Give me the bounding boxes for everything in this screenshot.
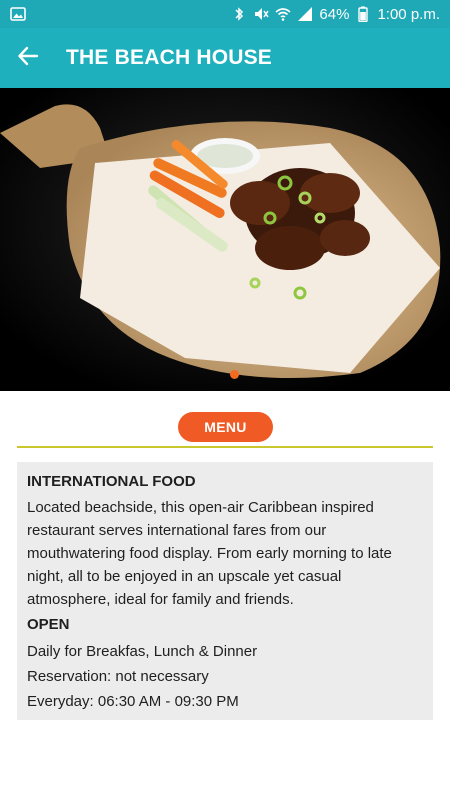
status-time: 1:00 p.m.: [377, 5, 440, 23]
cellular-signal-icon: [297, 6, 313, 22]
battery-percentage: 64%: [319, 5, 350, 23]
image-carousel[interactable]: [0, 88, 450, 391]
hours-text: Everyday: 06:30 AM - 09:30 PM: [27, 693, 239, 710]
wifi-icon: [275, 6, 291, 22]
status-right: 64% 1:00 p.m.: [231, 6, 440, 23]
gallery-notification-icon: [10, 6, 26, 22]
reservation-text: Reservation: not necessary: [27, 668, 209, 685]
carousel-indicator-dot[interactable]: [230, 370, 239, 379]
info-card: INTERNATIONAL FOOD Located beachside, th…: [17, 462, 433, 720]
food-photo: [0, 88, 450, 391]
back-button[interactable]: [0, 28, 56, 88]
status-left: [10, 6, 26, 22]
bluetooth-icon: [231, 6, 247, 22]
info-heading: INTERNATIONAL FOOD: [27, 473, 196, 490]
app-bar: THE BEACH HOUSE: [0, 28, 450, 88]
open-heading: OPEN: [27, 616, 70, 633]
battery-icon: [355, 6, 371, 22]
status-bar: 64% 1:00 p.m.: [0, 0, 450, 28]
arrow-left-icon: [17, 45, 39, 72]
schedule-text: Daily for Breakfas, Lunch & Dinner: [27, 643, 258, 660]
page-title: THE BEACH HOUSE: [66, 46, 273, 69]
mute-icon: [253, 6, 270, 22]
menu-button[interactable]: MENU: [178, 412, 273, 442]
divider: [17, 446, 433, 448]
info-description: Located beachside, this open-air Caribbe…: [27, 499, 392, 608]
